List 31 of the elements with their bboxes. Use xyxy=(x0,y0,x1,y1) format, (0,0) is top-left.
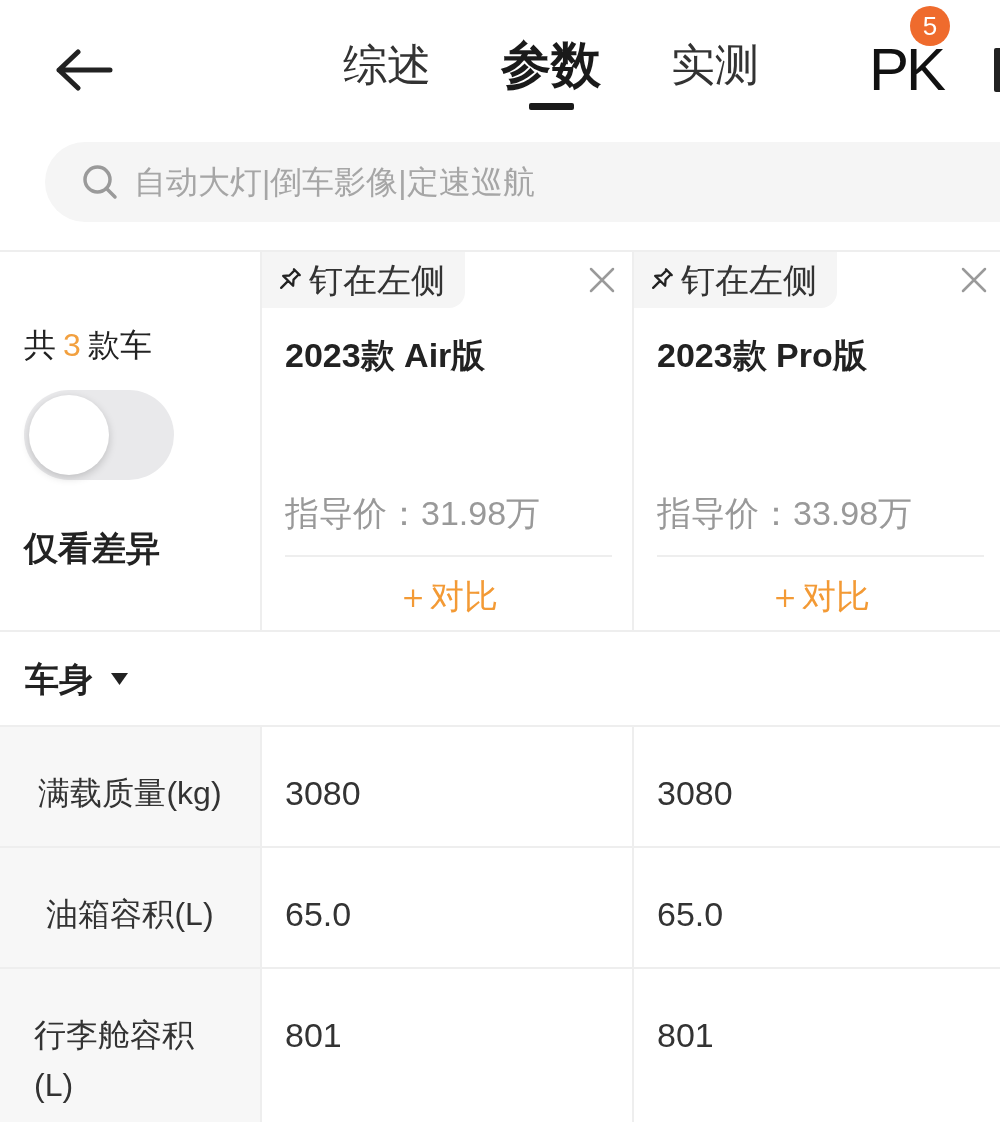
row-header-cell: 行李舱容积(L) xyxy=(0,969,260,1122)
row-header-cell: 满载质量(kg) xyxy=(0,727,260,846)
spec-value: 3080 xyxy=(285,774,361,812)
spec-value: 801 xyxy=(657,1016,714,1054)
spec-value: 801 xyxy=(285,1016,342,1054)
pin-left-button[interactable]: 钉在左侧 xyxy=(262,252,465,308)
search-icon xyxy=(82,164,118,200)
pk-button[interactable]: PK xyxy=(869,47,944,93)
row-header-cell: 油箱容积(L) xyxy=(0,848,260,967)
price-text: 指导价：31.98万 xyxy=(285,493,542,534)
nav-tab[interactable]: 综述 xyxy=(343,38,431,92)
spec-value: 3080 xyxy=(657,774,733,812)
car-name: 2023款 Pro版 xyxy=(657,335,868,376)
section-title[interactable]: 车身 xyxy=(25,656,93,701)
close-icon[interactable] xyxy=(589,267,615,293)
car-name: 2023款 Air版 xyxy=(285,335,487,376)
pin-left-button[interactable]: 钉在左侧 xyxy=(634,252,837,308)
nav-tab[interactable]: 实测 xyxy=(671,38,759,92)
close-icon[interactable] xyxy=(961,267,987,293)
spec-value: 65.0 xyxy=(285,895,352,933)
count-badge: 5 xyxy=(910,6,950,46)
nav-tab[interactable]: 参数 xyxy=(501,38,601,110)
car-count-text: 共 3 款车 xyxy=(24,326,152,365)
toggle-label: 仅看差异 xyxy=(24,528,160,569)
arrow-left-icon xyxy=(55,49,113,91)
back-button[interactable] xyxy=(55,49,113,91)
price-text: 指导价：33.98万 xyxy=(657,493,914,534)
caret-down-icon[interactable] xyxy=(111,672,128,685)
partial-icon[interactable] xyxy=(994,48,1000,92)
spec-value: 65.0 xyxy=(657,895,724,933)
search-field[interactable]: 自动大灯|倒车影像|定速巡航 xyxy=(45,142,1000,222)
